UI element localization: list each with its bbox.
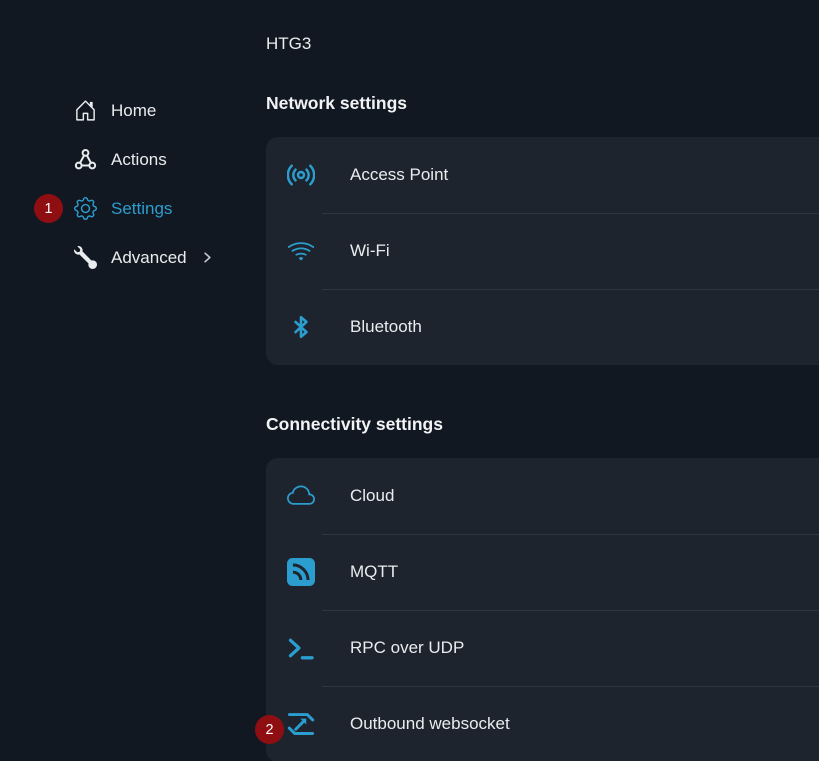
broadcast-icon xyxy=(287,161,315,189)
settings-item-rpc-over-udp[interactable]: RPC over UDP xyxy=(266,610,819,686)
step-badge-2: 2 xyxy=(255,715,284,744)
settings-item-access-point[interactable]: Access Point xyxy=(266,137,819,213)
wifi-icon xyxy=(287,237,315,265)
terminal-icon xyxy=(287,634,315,662)
settings-item-label: RPC over UDP xyxy=(350,638,464,658)
settings-item-wifi[interactable]: Wi-Fi xyxy=(266,213,819,289)
sidebar-item-label: Settings xyxy=(111,199,172,219)
sidebar-item-label: Home xyxy=(111,101,156,121)
home-icon xyxy=(74,99,97,122)
chevron-right-icon xyxy=(200,250,215,265)
websocket-icon xyxy=(287,710,315,738)
sidebar-item-label: Actions xyxy=(111,150,167,170)
section-heading: Network settings xyxy=(266,93,407,114)
settings-item-outbound-websocket[interactable]: Outbound websocket xyxy=(266,686,819,761)
settings-item-label: Outbound websocket xyxy=(350,714,510,734)
settings-item-mqtt[interactable]: MQTT xyxy=(266,534,819,610)
bluetooth-icon xyxy=(287,313,315,341)
sidebar-item-label: Advanced xyxy=(111,248,187,268)
settings-item-label: MQTT xyxy=(350,562,398,582)
sidebar-item-settings[interactable]: 1 Settings xyxy=(0,184,266,233)
wrench-icon xyxy=(74,246,97,269)
step-badge-1: 1 xyxy=(34,194,63,223)
app-window: Home Actions 1 Settings Advanced xyxy=(0,0,819,761)
settings-item-cloud[interactable]: Cloud xyxy=(266,458,819,534)
device-title: HTG3 xyxy=(266,34,311,54)
network-settings-card: Access Point Wi-Fi Bluetooth xyxy=(266,137,819,365)
settings-item-label: Wi-Fi xyxy=(350,241,390,261)
section-heading: Connectivity settings xyxy=(266,414,443,435)
connectivity-settings-card: Cloud MQTT RPC over UDP Outbound websock… xyxy=(266,458,819,761)
sidebar-item-actions[interactable]: Actions xyxy=(0,135,266,184)
settings-item-label: Access Point xyxy=(350,165,448,185)
gear-icon xyxy=(74,197,97,220)
sidebar: Home Actions 1 Settings Advanced xyxy=(0,86,266,282)
settings-item-label: Bluetooth xyxy=(350,317,422,337)
settings-item-label: Cloud xyxy=(350,486,394,506)
sidebar-item-home[interactable]: Home xyxy=(0,86,266,135)
settings-item-bluetooth[interactable]: Bluetooth xyxy=(266,289,819,365)
cloud-icon xyxy=(287,482,315,510)
sidebar-item-advanced[interactable]: Advanced xyxy=(0,233,266,282)
actions-icon xyxy=(74,148,97,171)
rss-icon xyxy=(287,558,315,586)
